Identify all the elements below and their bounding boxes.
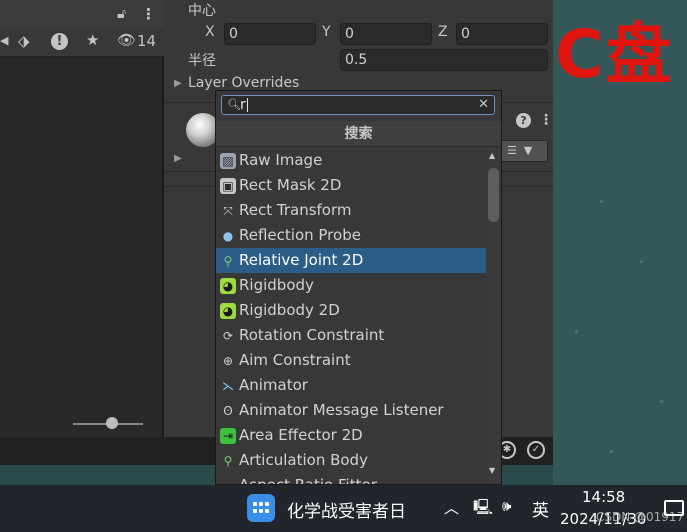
show-hidden-icons-icon[interactable]: ︿ <box>444 497 459 518</box>
help-icon[interactable]: ? <box>516 113 531 128</box>
error-icon[interactable]: ! <box>51 33 68 50</box>
area-effector-icon: ⇥ <box>220 428 236 444</box>
rigidbody-2d-icon: ◕ <box>220 303 236 319</box>
scroll-up-icon[interactable]: ▲ <box>489 151 495 160</box>
list-item[interactable]: ● Reflection Probe <box>216 223 486 248</box>
joint-icon: ⚲ <box>223 254 233 268</box>
rigidbody-icon: ◕ <box>220 278 236 294</box>
hidden-count-badge: 14 <box>137 32 157 50</box>
raw-image-icon: ▨ <box>220 153 236 169</box>
aspect-ratio-icon: ▭ <box>220 478 236 484</box>
center-y-field[interactable]: 0 <box>340 23 432 45</box>
list-item-label: Rotation Constraint <box>239 326 385 344</box>
radius-field[interactable]: 0.5 <box>340 49 548 71</box>
wallpaper-dot <box>660 400 663 403</box>
reflection-probe-icon: ● <box>222 229 234 243</box>
wallpaper-dot <box>600 200 603 203</box>
rect-transform-icon: ⤧ <box>223 204 233 218</box>
list-item-label: Relative Joint 2D <box>239 251 364 269</box>
search-input[interactable]: 🔍︎ r ✕ <box>221 95 495 115</box>
list-item[interactable]: ⤧ Rect Transform <box>216 198 486 223</box>
list-item[interactable]: ⟳ Rotation Constraint <box>216 323 486 348</box>
list-item[interactable]: ⚲ Articulation Body <box>216 448 486 473</box>
x-label: X <box>205 24 215 40</box>
list-item-label: Rect Transform <box>239 201 352 219</box>
component-menu-icon[interactable]: ⋮ <box>539 112 553 128</box>
list-item[interactable]: ⋋ Animator <box>216 373 486 398</box>
input-method-indicator[interactable]: 英 <box>532 496 549 521</box>
list-item-label: Articulation Body <box>239 451 368 469</box>
scroll-down-icon[interactable]: ▼ <box>489 466 495 475</box>
panel-tab-bar <box>0 0 164 27</box>
wallpaper-dot <box>610 450 613 453</box>
list-item[interactable]: ⊕ Aim Constraint <box>216 348 486 373</box>
list-item-label: Rect Mask 2D <box>239 176 342 194</box>
list-item[interactable]: ⚲ Relative Joint 2D <box>216 248 486 273</box>
list-item[interactable]: ʘ Animator Message Listener <box>216 398 486 423</box>
list-item-label: Animator <box>239 376 308 394</box>
list-item[interactable]: ◕ Rigidbody 2D <box>216 298 486 323</box>
lock-icon[interactable]: 🔓︎ <box>117 7 126 21</box>
tag-icon[interactable]: ⬗ <box>18 34 30 49</box>
center-z-field[interactable]: 0 <box>456 23 548 45</box>
star-icon[interactable]: ★ <box>86 33 99 48</box>
list-item-label: Reflection Probe <box>239 226 361 244</box>
play-icon[interactable]: ◀ <box>0 35 8 46</box>
wallpaper-dot <box>640 260 643 263</box>
list-item[interactable]: ▨ Raw Image <box>216 148 486 173</box>
news-widget-icon[interactable] <box>247 494 275 522</box>
list-item[interactable]: ⇥ Area Effector 2D <box>216 423 486 448</box>
rect-mask-icon: ▣ <box>220 178 236 194</box>
z-label: Z <box>438 24 448 40</box>
clock-time[interactable]: 14:58 <box>582 488 625 506</box>
scrollbar-thumb[interactable] <box>488 168 499 222</box>
volume-icon[interactable]: 🕪︎ <box>502 497 511 515</box>
search-input-value: r <box>240 97 248 113</box>
list-item-label: Aspect Ratio Fitter <box>239 476 377 484</box>
aim-constraint-icon: ⊕ <box>222 354 234 368</box>
list-item-label: Raw Image <box>239 151 323 169</box>
list-item[interactable]: ▣ Rect Mask 2D <box>216 173 486 198</box>
widget-title[interactable]: 化学战受害者日 <box>287 497 406 522</box>
list-item[interactable]: ◕ Rigidbody <box>216 273 486 298</box>
search-icon: 🔍︎ <box>227 98 241 111</box>
clear-search-icon[interactable]: ✕ <box>478 96 489 114</box>
animator-icon: ⋋ <box>222 379 234 393</box>
hierarchy-panel <box>0 0 164 437</box>
foldout-arrow-icon[interactable]: ▶ <box>174 78 182 89</box>
network-icon[interactable]: 🖳︎ <box>473 497 493 522</box>
shader-dropdown[interactable]: ☰ ▼ <box>500 140 548 162</box>
list-icon: ☰ <box>507 144 517 157</box>
rotation-constraint-icon: ⟳ <box>222 329 234 343</box>
list-item-label: Rigidbody 2D <box>239 301 340 319</box>
radius-label: 半径 <box>188 53 216 69</box>
list-item-label: Area Effector 2D <box>239 426 363 444</box>
center-label: 中心 <box>188 3 216 19</box>
layer-overrides-foldout[interactable]: Layer Overrides <box>188 75 299 91</box>
list-item[interactable]: ▭Aspect Ratio Fitter <box>216 473 486 484</box>
y-label: Y <box>322 24 331 40</box>
list-item-label: Rigidbody <box>239 276 314 294</box>
notification-icon[interactable] <box>664 500 684 516</box>
center-x-field[interactable]: 0 <box>224 23 316 45</box>
wallpaper-dot <box>575 330 578 333</box>
chevron-down-icon: ▼ <box>523 144 533 157</box>
list-item-label: Animator Message Listener <box>239 401 444 419</box>
component-list: ▨ Raw Image ▣ Rect Mask 2D ⤧ Rect Transform ● R… <box>216 148 486 484</box>
listener-icon: ʘ <box>223 404 233 418</box>
popup-header: 搜索 <box>216 121 501 147</box>
list-item-label: Aim Constraint <box>239 351 351 369</box>
wallpaper-text: C盘 <box>555 16 674 93</box>
visibility-icon[interactable]: 👁︎ <box>117 33 136 48</box>
material-foldout-icon[interactable]: ▶ <box>174 153 182 164</box>
kebab-menu-icon[interactable]: ⋮ <box>141 7 156 22</box>
check-icon[interactable]: ✓ <box>527 441 545 459</box>
zoom-slider-handle[interactable] <box>106 417 118 429</box>
articulation-body-icon: ⚲ <box>223 454 233 468</box>
